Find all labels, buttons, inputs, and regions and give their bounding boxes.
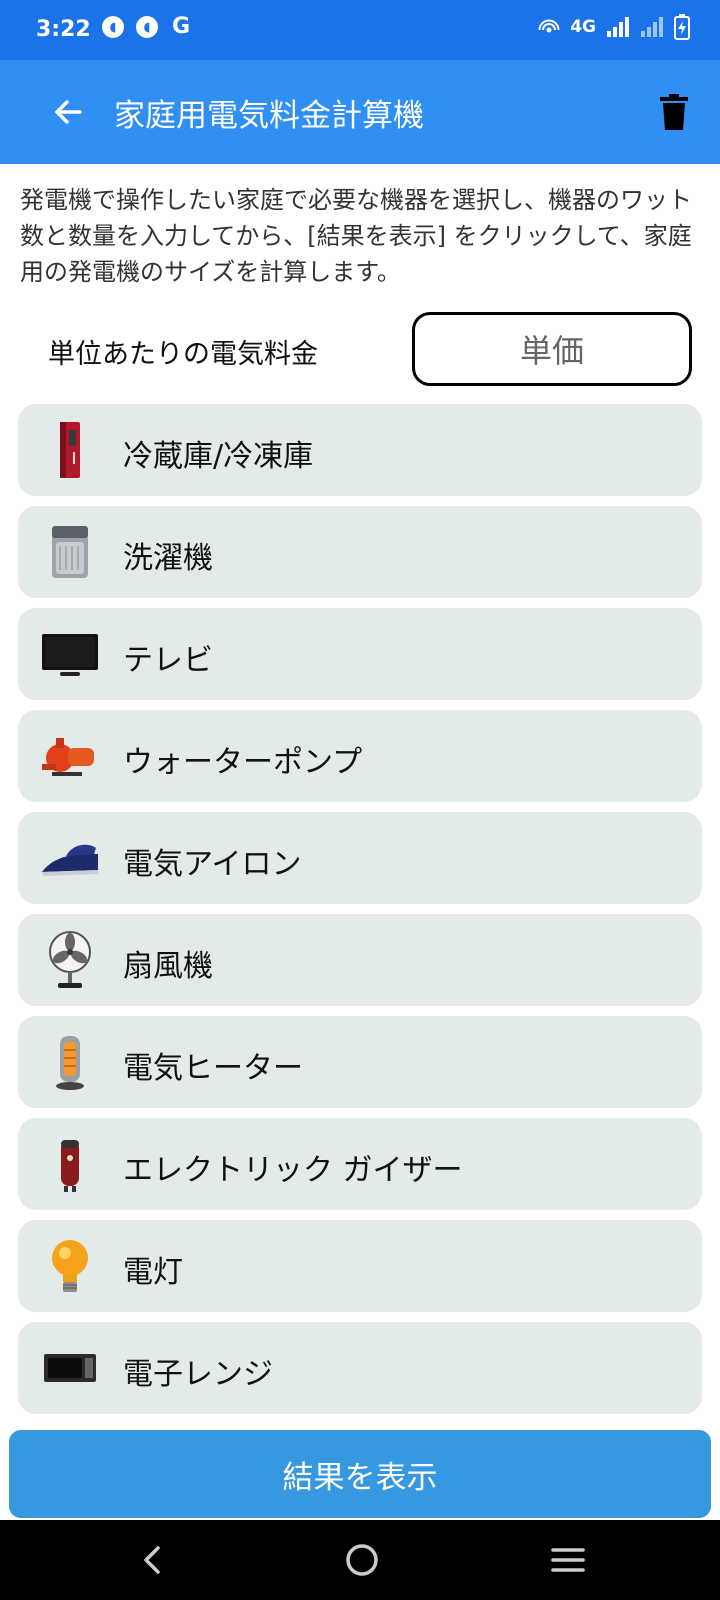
app-bar: 家庭用電気料金計算機 bbox=[0, 60, 720, 164]
refrigerator-icon bbox=[60, 422, 80, 478]
washing-machine-icon bbox=[52, 526, 88, 578]
page-title: 家庭用電気料金計算機 bbox=[114, 98, 424, 134]
appliance-item-geyser[interactable]: エレクトリック ガイザー bbox=[18, 1118, 702, 1210]
status-left-icons: ◖ ◖ G bbox=[102, 16, 192, 38]
show-result-button[interactable]: 結果を表示 bbox=[9, 1430, 711, 1518]
signal-icon bbox=[607, 17, 629, 37]
appliance-label: 電灯 bbox=[123, 1255, 183, 1290]
appliance-item-iron[interactable]: 電気アイロン bbox=[18, 812, 702, 904]
unit-price-input[interactable]: 単価 bbox=[412, 312, 692, 386]
geyser-icon bbox=[61, 1140, 79, 1192]
appliance-label: 洗濯機 bbox=[123, 541, 213, 576]
unit-rate-label: 単位あたりの電気料金 bbox=[48, 339, 318, 370]
appliance-label: 冷蔵庫/冷凍庫 bbox=[123, 439, 314, 474]
appliance-item-microwave[interactable]: 電子レンジ bbox=[18, 1322, 702, 1414]
signal-icon bbox=[641, 17, 663, 37]
appliance-item-refrigerator[interactable]: 冷蔵庫/冷凍庫 bbox=[18, 404, 702, 496]
appliance-label: ウォーターポンプ bbox=[123, 745, 363, 780]
appliance-label: テレビ bbox=[123, 643, 213, 678]
appliance-item-washing-machine[interactable]: 洗濯機 bbox=[18, 506, 702, 598]
appliance-label: エレクトリック ガイザー bbox=[123, 1153, 463, 1188]
status-right-icons: 4G bbox=[538, 14, 690, 40]
status-bar: 3:22 ◖ ◖ G 4G bbox=[0, 0, 720, 60]
appliance-item-fan[interactable]: 扇風機 bbox=[18, 914, 702, 1006]
appliance-label: 電気アイロン bbox=[123, 847, 302, 882]
heater-icon bbox=[56, 1036, 84, 1090]
appliance-item-water-pump[interactable]: ウォーターポンプ bbox=[18, 710, 702, 802]
google-icon: G bbox=[171, 14, 191, 39]
app-notification-icon: ◖ bbox=[136, 16, 158, 38]
appliance-label: 電子レンジ bbox=[123, 1357, 273, 1392]
appliance-item-heater[interactable]: 電気ヒーター bbox=[18, 1016, 702, 1108]
appliance-item-light[interactable]: 電灯 bbox=[18, 1220, 702, 1312]
system-nav-bar bbox=[0, 1520, 720, 1600]
nav-home-icon[interactable] bbox=[344, 1542, 380, 1578]
app-notification-icon: ◖ bbox=[102, 16, 124, 38]
battery-charging-icon bbox=[674, 14, 690, 40]
appliance-item-tv[interactable]: テレビ bbox=[18, 608, 702, 700]
appliance-label: 電気ヒーター bbox=[123, 1051, 303, 1086]
microwave-icon bbox=[44, 1354, 96, 1382]
nav-recents-icon[interactable] bbox=[550, 1544, 586, 1576]
network-type: 4G bbox=[570, 17, 596, 37]
appliance-list: 冷蔵庫/冷凍庫 洗濯機 テレビ ウォーターポンプ 電気アイロン 扇風機 電気ヒー… bbox=[18, 404, 702, 1424]
trash-icon[interactable] bbox=[660, 94, 688, 130]
tv-icon bbox=[42, 634, 98, 676]
instructions-text: 発電機で操作したい家庭で必要な機器を選択し、機器のワット数と数量を入力してから、… bbox=[20, 186, 692, 286]
back-arrow-icon[interactable] bbox=[48, 92, 88, 132]
nav-back-icon[interactable] bbox=[136, 1542, 172, 1578]
fan-icon bbox=[49, 931, 91, 988]
water-pump-icon bbox=[42, 738, 94, 776]
light-bulb-icon bbox=[52, 1240, 88, 1292]
status-time: 3:22 bbox=[36, 17, 91, 42]
hotspot-icon bbox=[538, 19, 560, 33]
iron-icon bbox=[42, 844, 98, 876]
appliance-label: 扇風機 bbox=[123, 949, 213, 984]
